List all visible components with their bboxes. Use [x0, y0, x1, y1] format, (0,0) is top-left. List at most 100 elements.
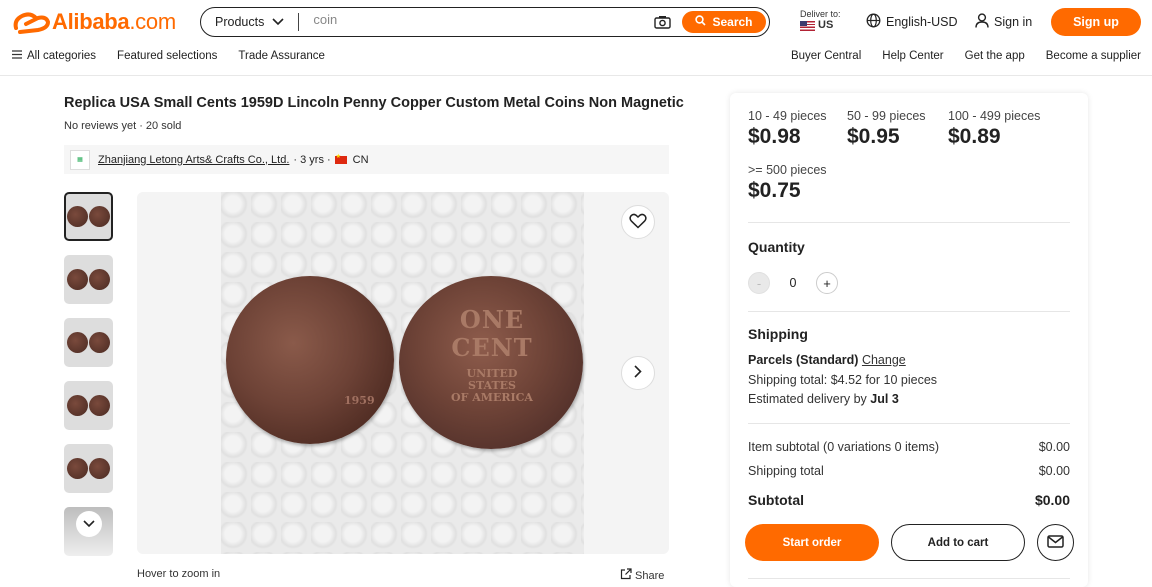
price-tier-qty: 10 - 49 pieces: [748, 109, 827, 123]
divider: [748, 423, 1070, 424]
chevron-down-icon: [75, 511, 102, 537]
coin-back-line4: OF AMERICA: [451, 391, 533, 404]
quantity-increment-button[interactable]: +: [816, 272, 838, 294]
chevron-right-icon: [634, 365, 642, 381]
nav-all-categories-label: All categories: [27, 50, 97, 62]
coin-back-line1: ONE: [459, 305, 525, 334]
camera-icon[interactable]: [652, 13, 672, 31]
shipping-method: Parcels (Standard) Change: [748, 353, 906, 367]
share-label: Share: [635, 569, 665, 582]
product-title: Replica USA Small Cents 1959D Lincoln Pe…: [64, 95, 684, 111]
search-category-select[interactable]: Products: [201, 13, 300, 31]
supplier-name-link[interactable]: Zhanjiang Letong Arts& Crafts Co., Ltd.: [98, 154, 289, 166]
divider: [748, 578, 1070, 579]
shipping-label: Shipping: [748, 326, 808, 342]
divider: [748, 222, 1070, 223]
quantity-stepper: - 0 +: [748, 272, 838, 294]
chevron-down-icon: [272, 15, 284, 29]
product-meta: No reviews yet · 20 sold: [64, 120, 181, 132]
quantity-value[interactable]: 0: [770, 276, 816, 290]
search-button[interactable]: Search: [682, 11, 766, 33]
menu-icon: [12, 50, 22, 62]
nav-buyer-central[interactable]: Buyer Central: [791, 50, 861, 62]
logo-suffix: .com: [129, 9, 176, 34]
share-button[interactable]: Share: [620, 568, 664, 583]
start-order-button[interactable]: Start order: [745, 524, 879, 561]
thumbnail[interactable]: [64, 381, 113, 430]
thumbnail[interactable]: [64, 318, 113, 367]
product-gallery[interactable]: 1959 ONE CENT UNITED STATES OF AMERICA: [137, 192, 669, 554]
item-subtotal-row: Item subtotal (0 variations 0 items) $0.…: [748, 440, 1070, 454]
sign-in-link[interactable]: Sign in: [975, 13, 1032, 31]
language-label: English-USD: [886, 15, 958, 29]
mail-icon: [1047, 534, 1064, 551]
subtotal-row: Subtotal $0.00: [748, 492, 1070, 508]
reviews-count[interactable]: No reviews yet: [64, 120, 136, 132]
price-tier: 100 - 499 pieces $0.89: [948, 109, 1040, 149]
nav-become-supplier[interactable]: Become a supplier: [1046, 50, 1141, 62]
price-tier-qty: 50 - 99 pieces: [847, 109, 926, 123]
favorite-button[interactable]: [621, 205, 655, 239]
price-tier: 10 - 49 pieces $0.98: [748, 109, 827, 149]
sold-count: · 20 sold: [139, 120, 182, 132]
change-shipping-link[interactable]: Change: [862, 353, 906, 367]
alibaba-logo-icon: [12, 8, 52, 36]
item-subtotal-value: $0.00: [1038, 440, 1070, 454]
language-selector[interactable]: English-USD: [866, 13, 958, 31]
nav-help-center[interactable]: Help Center: [882, 50, 943, 62]
supplier-bar: ▦ Zhanjiang Letong Arts& Crafts Co., Ltd…: [64, 145, 669, 174]
shipping-total-row: Shipping total $0.00: [748, 464, 1070, 478]
coin-back-image: ONE CENT UNITED STATES OF AMERICA: [399, 276, 583, 449]
globe-icon: [866, 13, 881, 31]
shipping-total-label: Shipping total: [748, 464, 824, 478]
purchase-panel: 10 - 49 pieces $0.98 50 - 99 pieces $0.9…: [730, 93, 1088, 587]
thumbnail[interactable]: [64, 255, 113, 304]
header: Alibaba.com Products Search Deliver to: …: [0, 0, 1152, 76]
shipping-total-text: Shipping total: $4.52 for 10 pieces: [748, 373, 938, 387]
nav-get-the-app[interactable]: Get the app: [965, 50, 1025, 62]
quantity-decrement-button[interactable]: -: [748, 272, 770, 294]
search-icon: [695, 15, 707, 29]
thumbnail-list: [64, 192, 113, 556]
main-nav: All categories Featured selections Trade…: [12, 50, 325, 62]
logo-text: Alibaba: [52, 9, 130, 34]
share-icon: [620, 568, 632, 583]
price-tier-price: $0.89: [948, 125, 1001, 148]
price-tier: 50 - 99 pieces $0.95: [847, 109, 926, 149]
sign-up-button[interactable]: Sign up: [1051, 8, 1141, 36]
price-tier-qty: 100 - 499 pieces: [948, 109, 1041, 123]
next-image-button[interactable]: [621, 356, 655, 390]
coin-front-date: 1959: [344, 394, 375, 407]
supplier-years: · 3 yrs ·: [293, 153, 331, 166]
shipping-total-value: $0.00: [1038, 464, 1070, 478]
nav-all-categories[interactable]: All categories: [12, 50, 96, 62]
thumbnail[interactable]: [64, 192, 113, 241]
search-bar: Products Search: [200, 7, 770, 37]
deliver-to[interactable]: Deliver to: US: [800, 9, 841, 31]
alibaba-logo[interactable]: Alibaba.com: [12, 8, 176, 36]
contact-supplier-button[interactable]: [1037, 524, 1074, 561]
nav-trade-assurance[interactable]: Trade Assurance: [238, 50, 325, 62]
us-flag-icon: [800, 20, 815, 31]
thumbnail[interactable]: [64, 444, 113, 493]
subtotal-label: Subtotal: [748, 492, 804, 508]
thumbnail-scroll-down[interactable]: [64, 507, 113, 556]
price-tier-price: $0.75: [748, 179, 801, 202]
subtotal-value: $0.00: [1034, 492, 1070, 508]
coin-back-line2: CENT: [451, 333, 533, 362]
price-tier-price: $0.98: [748, 125, 801, 148]
estimated-delivery: Estimated delivery by Jul 3: [748, 392, 899, 406]
add-to-cart-button[interactable]: Add to cart: [891, 524, 1025, 561]
delivery-date: Jul 3: [870, 392, 899, 406]
supplier-country: CN: [352, 153, 369, 166]
cn-flag-icon: [334, 153, 347, 164]
price-tier-price: $0.95: [847, 125, 900, 148]
deliver-country: US: [818, 19, 834, 31]
quantity-label: Quantity: [748, 239, 805, 255]
heart-icon: [629, 213, 647, 232]
search-category-label: Products: [215, 15, 265, 29]
search-input[interactable]: [299, 8, 652, 30]
search-button-label: Search: [712, 15, 753, 29]
nav-featured-selections[interactable]: Featured selections: [117, 50, 217, 62]
product-main-image[interactable]: 1959 ONE CENT UNITED STATES OF AMERICA: [221, 192, 584, 554]
